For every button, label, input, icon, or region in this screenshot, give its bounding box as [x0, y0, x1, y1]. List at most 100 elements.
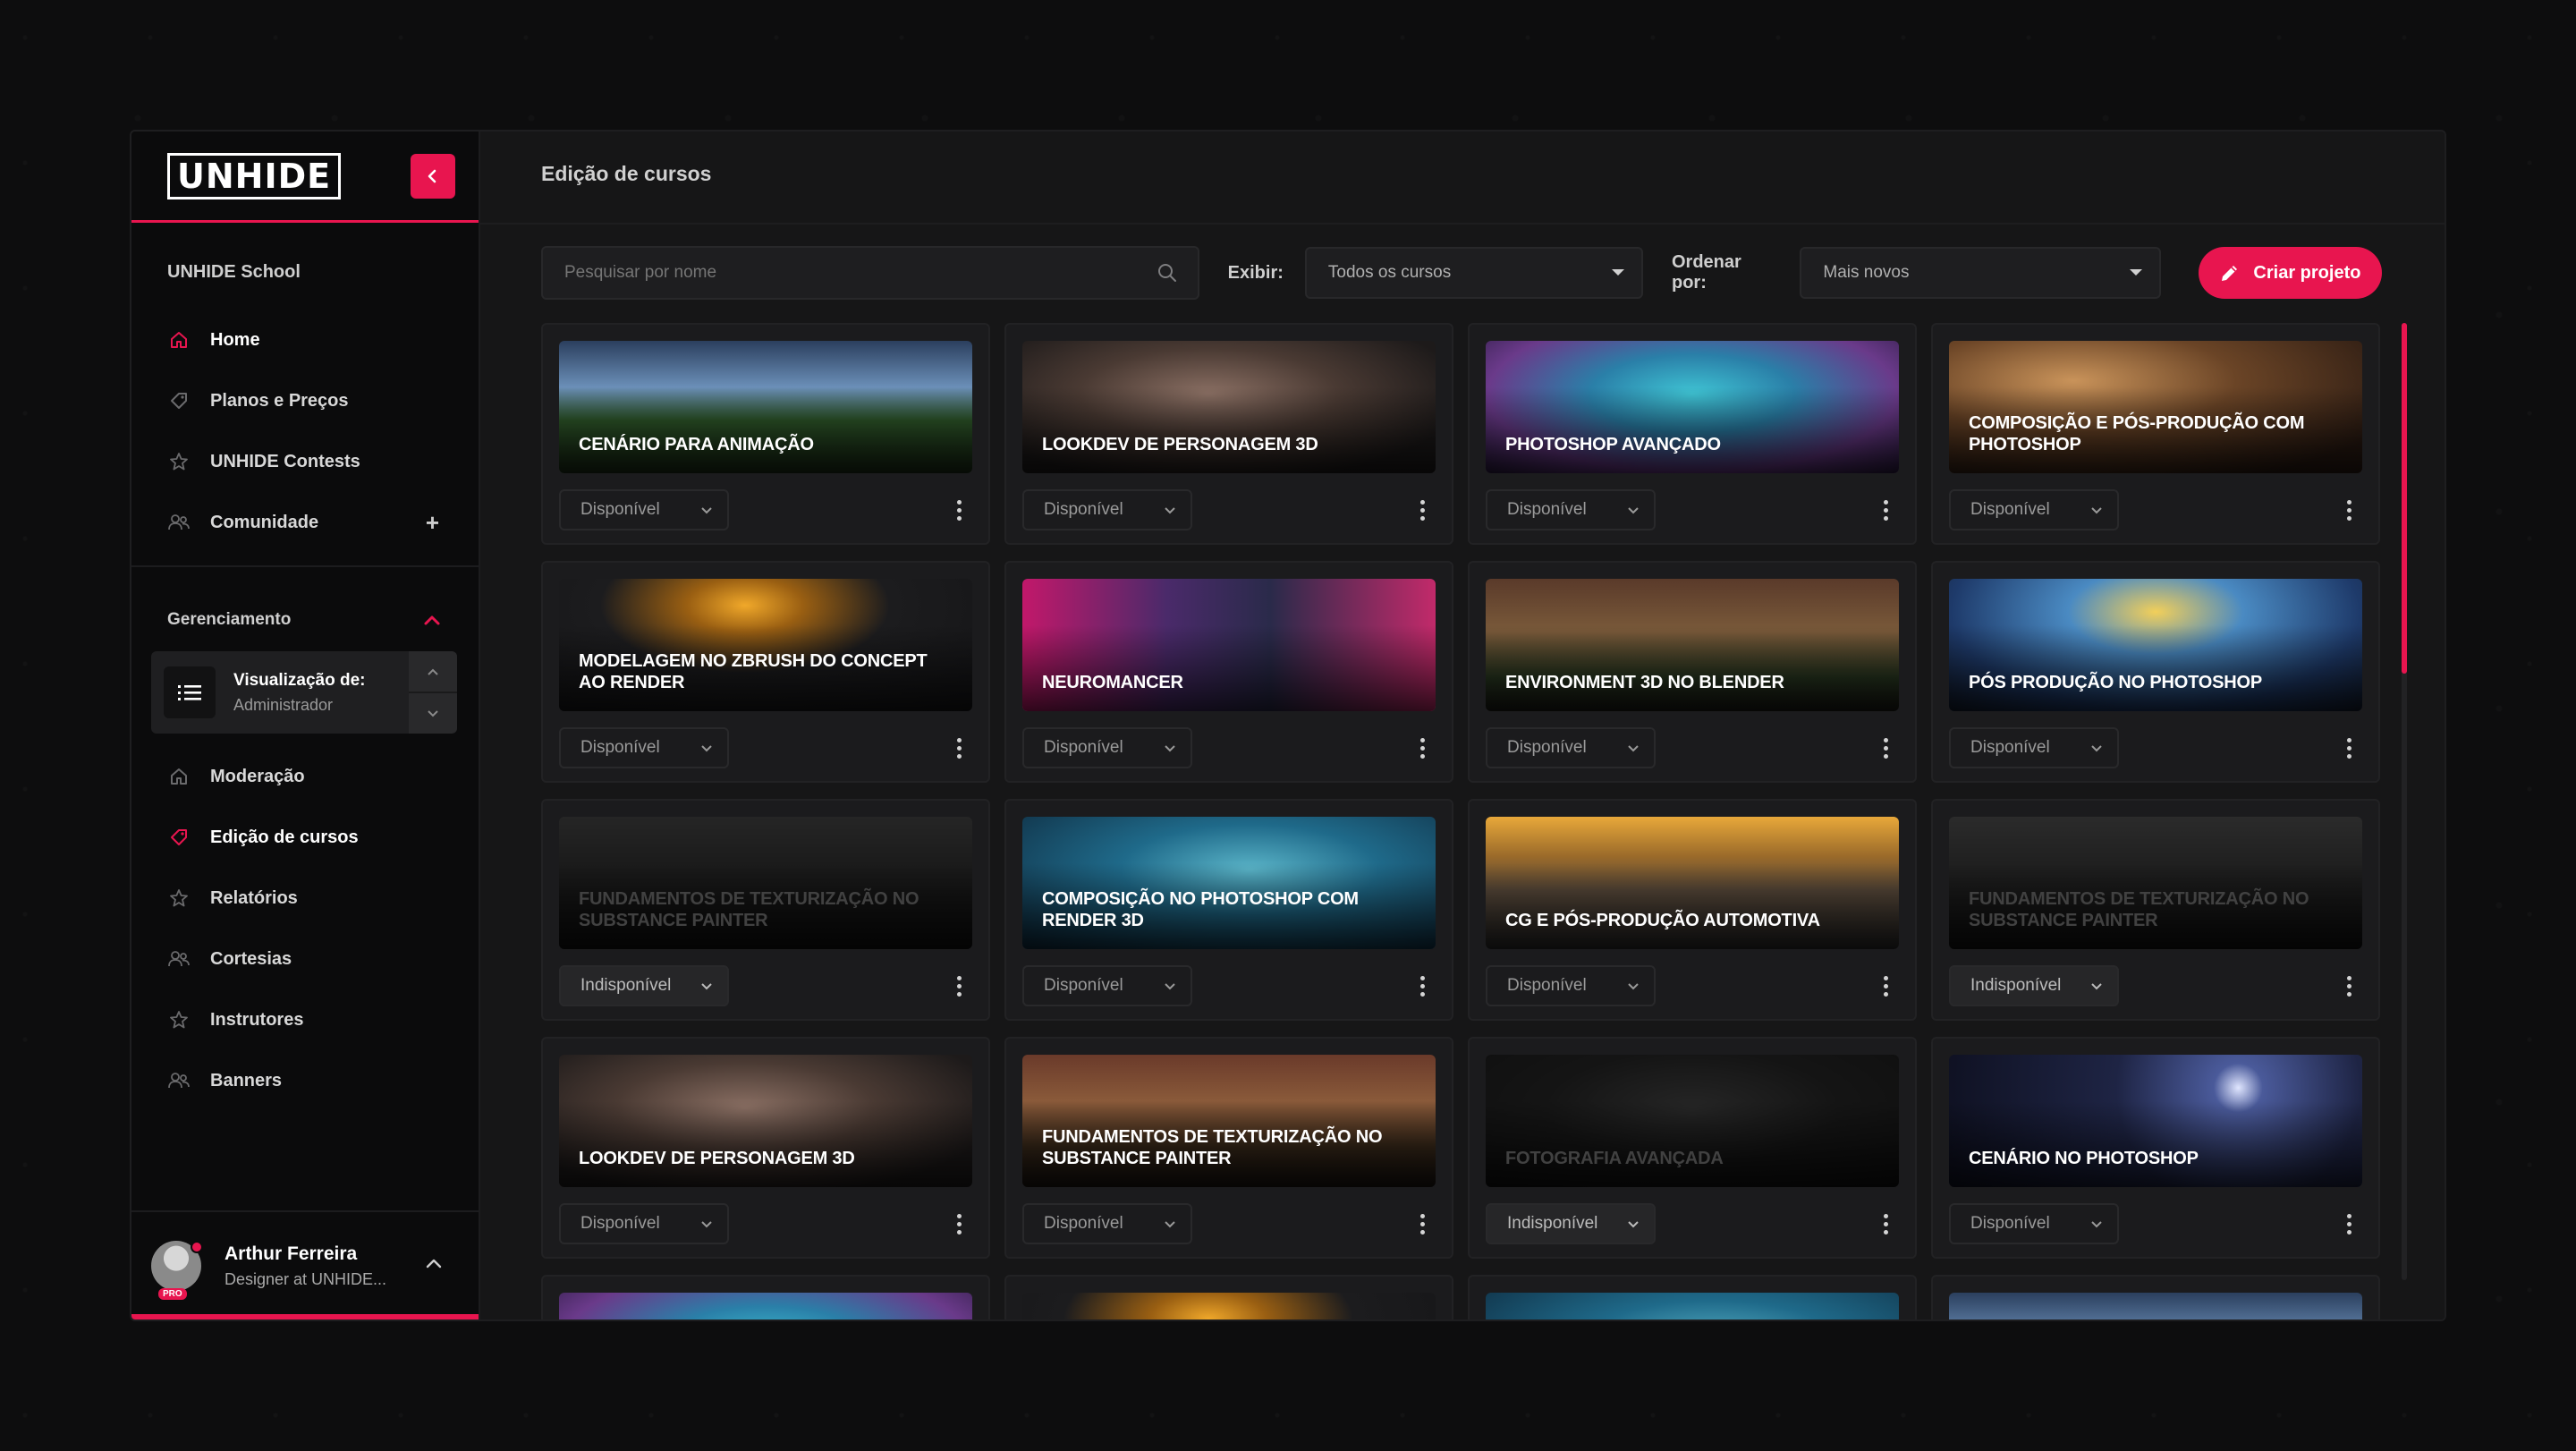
course-card[interactable]	[1931, 1275, 2380, 1319]
course-card[interactable]: LOOKDEV DE PERSONAGEM 3D Disponível	[1004, 323, 1453, 545]
nav-item-contests[interactable]: UNHIDE Contests	[131, 431, 479, 492]
more-options-icon[interactable]	[1409, 737, 1436, 759]
course-thumbnail[interactable]: LOOKDEV DE PERSONAGEM 3D	[559, 1055, 972, 1187]
course-card[interactable]: FUNDAMENTOS DE TEXTURIZAÇÃO NO SUBSTANCE…	[541, 799, 990, 1021]
more-options-icon[interactable]	[1409, 499, 1436, 521]
course-card[interactable]	[541, 1275, 990, 1319]
course-card[interactable]: CG E PÓS-PRODUÇÃO AUTOMOTIVA Disponível	[1468, 799, 1917, 1021]
management-section-header[interactable]: Gerenciamento	[131, 567, 479, 630]
nav-item-plans[interactable]: Planos e Preços	[131, 370, 479, 431]
logo[interactable]: UNHIDE	[167, 152, 342, 199]
course-thumbnail[interactable]: CG E PÓS-PRODUÇÃO AUTOMOTIVA	[1486, 817, 1899, 949]
more-options-icon[interactable]	[1409, 1213, 1436, 1235]
status-dropdown[interactable]: Disponível	[1486, 489, 1656, 530]
plus-icon[interactable]: +	[426, 509, 439, 537]
course-card[interactable]: FOTOGRAFIA AVANÇADA Indisponível	[1468, 1037, 1917, 1259]
course-thumbnail[interactable]: ENVIRONMENT 3D NO BLENDER	[1486, 579, 1899, 711]
search-input[interactable]	[564, 263, 1157, 283]
more-options-icon[interactable]	[1872, 499, 1899, 521]
more-options-icon[interactable]	[1872, 975, 1899, 997]
more-options-icon[interactable]	[2335, 499, 2362, 521]
more-options-icon[interactable]	[2335, 975, 2362, 997]
sort-select[interactable]: Mais novos	[1800, 247, 2161, 299]
view-as-selector[interactable]: Visualização de: Administrador	[151, 651, 457, 734]
course-thumbnail[interactable]: CENÁRIO PARA ANIMAÇÃO	[559, 341, 972, 473]
status-dropdown[interactable]: Indisponível	[1949, 965, 2119, 1006]
user-info: Arthur Ferreira Designer at UNHIDE...	[225, 1243, 386, 1289]
stepper-down-button[interactable]	[409, 693, 457, 734]
more-options-icon[interactable]	[1409, 975, 1436, 997]
course-card[interactable]	[1468, 1275, 1917, 1319]
course-thumbnail[interactable]: COMPOSIÇÃO E PÓS-PRODUÇÃO COM PHOTOSHOP	[1949, 341, 2362, 473]
nav-item-instructors[interactable]: Instrutores	[131, 989, 479, 1050]
more-options-icon[interactable]	[945, 1213, 972, 1235]
course-card[interactable]: CENÁRIO NO PHOTOSHOP Disponível	[1931, 1037, 2380, 1259]
scrollbar-thumb[interactable]	[2402, 323, 2407, 674]
nav-item-moderation[interactable]: Moderação	[131, 746, 479, 807]
more-options-icon[interactable]	[945, 975, 972, 997]
create-project-button[interactable]: Criar projeto	[2198, 247, 2382, 299]
more-options-icon[interactable]	[1872, 1213, 1899, 1235]
status-dropdown[interactable]: Indisponível	[1486, 1203, 1656, 1244]
status-dropdown[interactable]: Indisponível	[559, 965, 729, 1006]
course-card[interactable]: MODELAGEM NO ZBRUSH DO CONCEPT AO RENDER…	[541, 561, 990, 783]
nav-item-course-editing[interactable]: Edição de cursos	[131, 807, 479, 868]
user-profile[interactable]: PRO Arthur Ferreira Designer at UNHIDE..…	[131, 1210, 479, 1319]
nav-item-community[interactable]: Comunidade +	[131, 492, 479, 553]
course-card[interactable]: FUNDAMENTOS DE TEXTURIZAÇÃO NO SUBSTANCE…	[1004, 1037, 1453, 1259]
course-thumbnail[interactable]: LOOKDEV DE PERSONAGEM 3D	[1022, 341, 1436, 473]
course-card[interactable]: NEUROMANCER Disponível	[1004, 561, 1453, 783]
course-thumbnail[interactable]: FUNDAMENTOS DE TEXTURIZAÇÃO NO SUBSTANCE…	[559, 817, 972, 949]
more-options-icon[interactable]	[2335, 737, 2362, 759]
stepper-up-button[interactable]	[409, 651, 457, 693]
status-dropdown[interactable]: Disponível	[1022, 727, 1192, 768]
search-icon[interactable]	[1157, 262, 1178, 284]
course-card[interactable]: ENVIRONMENT 3D NO BLENDER Disponível	[1468, 561, 1917, 783]
status-dropdown[interactable]: Disponível	[559, 727, 729, 768]
course-thumbnail[interactable]: PÓS PRODUÇÃO NO PHOTOSHOP	[1949, 579, 2362, 711]
course-card[interactable]: COMPOSIÇÃO NO PHOTOSHOP COM RENDER 3D Di…	[1004, 799, 1453, 1021]
status-dropdown[interactable]: Disponível	[1949, 1203, 2119, 1244]
status-dropdown[interactable]: Disponível	[1486, 965, 1656, 1006]
more-options-icon[interactable]	[2335, 1213, 2362, 1235]
course-card[interactable]: FUNDAMENTOS DE TEXTURIZAÇÃO NO SUBSTANCE…	[1931, 799, 2380, 1021]
status-dropdown[interactable]: Disponível	[559, 1203, 729, 1244]
course-thumbnail[interactable]: CENÁRIO NO PHOTOSHOP	[1949, 1055, 2362, 1187]
status-dropdown[interactable]: Disponível	[1022, 1203, 1192, 1244]
course-thumbnail[interactable]: MODELAGEM NO ZBRUSH DO CONCEPT AO RENDER	[559, 579, 972, 711]
status-dropdown[interactable]: Disponível	[559, 489, 729, 530]
course-thumbnail[interactable]: NEUROMANCER	[1022, 579, 1436, 711]
more-options-icon[interactable]	[1872, 737, 1899, 759]
status-dropdown[interactable]: Disponível	[1949, 727, 2119, 768]
nav-item-reports[interactable]: Relatórios	[131, 868, 479, 929]
nav-item-banners[interactable]: Banners	[131, 1050, 479, 1111]
course-card[interactable]	[1004, 1275, 1453, 1319]
course-thumbnail[interactable]	[1022, 1293, 1436, 1319]
card-footer: Disponível	[1486, 965, 1899, 1006]
status-dropdown[interactable]: Disponível	[1486, 727, 1656, 768]
show-select[interactable]: Todos os cursos	[1304, 247, 1643, 299]
nav-item-courtesies[interactable]: Cortesias	[131, 929, 479, 989]
course-thumbnail[interactable]: FOTOGRAFIA AVANÇADA	[1486, 1055, 1899, 1187]
course-thumbnail[interactable]: FUNDAMENTOS DE TEXTURIZAÇÃO NO SUBSTANCE…	[1022, 1055, 1436, 1187]
course-card[interactable]: PHOTOSHOP AVANÇADO Disponível	[1468, 323, 1917, 545]
course-thumbnail[interactable]: FUNDAMENTOS DE TEXTURIZAÇÃO NO SUBSTANCE…	[1949, 817, 2362, 949]
status-dropdown[interactable]: Disponível	[1022, 489, 1192, 530]
course-card[interactable]: PÓS PRODUÇÃO NO PHOTOSHOP Disponível	[1931, 561, 2380, 783]
course-thumbnail[interactable]	[1486, 1293, 1899, 1319]
status-dropdown[interactable]: Disponível	[1949, 489, 2119, 530]
course-card[interactable]: CENÁRIO PARA ANIMAÇÃO Disponível	[541, 323, 990, 545]
scrollbar[interactable]	[2402, 323, 2407, 1280]
course-card[interactable]: LOOKDEV DE PERSONAGEM 3D Disponível	[541, 1037, 990, 1259]
course-thumbnail[interactable]: COMPOSIÇÃO NO PHOTOSHOP COM RENDER 3D	[1022, 817, 1436, 949]
chevron-up-icon[interactable]	[425, 1257, 443, 1269]
course-thumbnail[interactable]	[559, 1293, 972, 1319]
collapse-sidebar-button[interactable]	[411, 153, 455, 199]
more-options-icon[interactable]	[945, 737, 972, 759]
more-options-icon[interactable]	[945, 499, 972, 521]
course-thumbnail[interactable]: PHOTOSHOP AVANÇADO	[1486, 341, 1899, 473]
course-card[interactable]: COMPOSIÇÃO E PÓS-PRODUÇÃO COM PHOTOSHOP …	[1931, 323, 2380, 545]
course-thumbnail[interactable]	[1949, 1293, 2362, 1319]
nav-item-home[interactable]: Home	[131, 310, 479, 370]
status-dropdown[interactable]: Disponível	[1022, 965, 1192, 1006]
